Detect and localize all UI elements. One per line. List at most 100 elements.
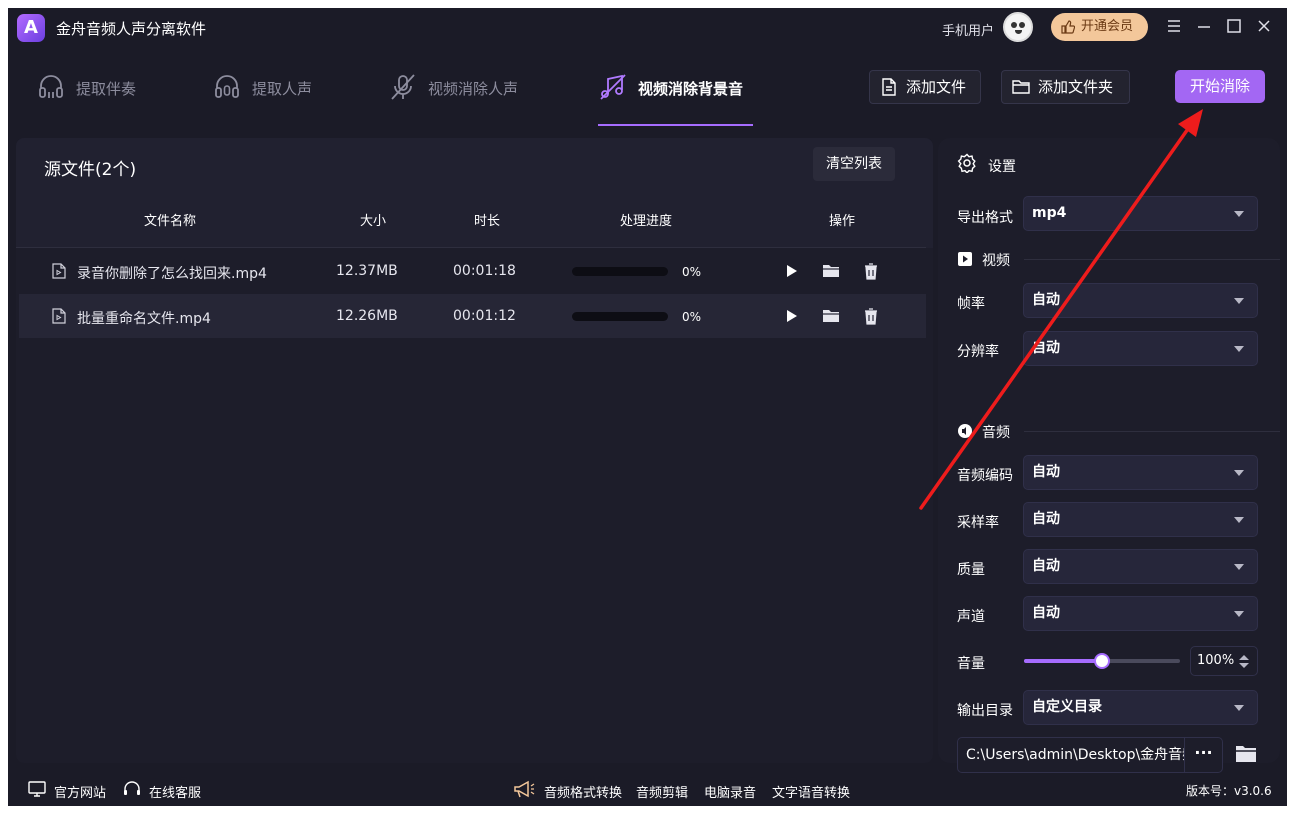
- add-file-label: 添加文件: [906, 78, 967, 96]
- headset-icon: [124, 781, 140, 795]
- title-bar: A 金舟音频人声分离软件 手机用户 开通会员: [8, 8, 1287, 48]
- quality-select[interactable]: 自动: [1023, 549, 1258, 584]
- section-divider: [1024, 431, 1280, 432]
- table-row[interactable]: 录音你删除了怎么找回来.mp4 12.37MB 00:01:18 0%: [19, 249, 926, 293]
- video-icon: [958, 252, 972, 266]
- headphones-icon: [39, 75, 63, 98]
- frame-rate-label: 帧率: [957, 296, 985, 312]
- column-header-progress: 处理进度: [620, 214, 673, 229]
- footer-link-pc-record[interactable]: 电脑录音: [704, 782, 756, 801]
- official-website-link[interactable]: 官方网站: [54, 782, 106, 801]
- output-path-field[interactable]: C:\Users\admin\Desktop\金舟音频: [957, 737, 1185, 773]
- video-file-icon: [52, 308, 66, 324]
- document-icon: [882, 78, 896, 96]
- trash-icon[interactable]: [862, 262, 880, 280]
- file-name: 录音你删除了怎么找回来.mp4: [77, 266, 267, 282]
- section-divider: [1024, 259, 1280, 260]
- trash-icon[interactable]: [862, 307, 880, 325]
- app-window: A 金舟音频人声分离软件 手机用户 开通会员 提取伴奏 提取人声 视频消除人声 …: [8, 8, 1287, 806]
- resolution-select[interactable]: 自动: [1023, 331, 1258, 366]
- file-list-panel: 源文件(2个) 清空列表 文件名称 大小 时长 处理进度 操作 录音你删除了怎么…: [16, 138, 933, 763]
- start-remove-button[interactable]: 开始消除: [1175, 70, 1265, 103]
- table-row[interactable]: 批量重命名文件.mp4 12.26MB 00:01:12 0%: [19, 294, 926, 338]
- user-label[interactable]: 手机用户: [942, 20, 994, 39]
- headset-mic-icon: [215, 75, 239, 98]
- channel-label: 声道: [957, 609, 985, 625]
- output-dir-label: 输出目录: [957, 703, 1013, 719]
- column-header-size: 大小: [360, 214, 387, 229]
- vip-label: 开通会员: [1081, 19, 1134, 34]
- volume-spinbox[interactable]: 100%: [1190, 646, 1258, 676]
- play-icon[interactable]: [782, 307, 800, 325]
- sample-rate-select[interactable]: 自动: [1023, 502, 1258, 537]
- file-list-header: 源文件(2个) 清空列表 文件名称 大小 时长 处理进度 操作: [16, 138, 933, 248]
- file-list-title: 源文件(2个): [44, 160, 137, 180]
- menu-icon[interactable]: [1166, 18, 1182, 34]
- header-divider: [16, 247, 926, 248]
- megaphone-icon: [514, 780, 535, 798]
- online-support-link[interactable]: 在线客服: [149, 782, 201, 801]
- audio-codec-label: 音频编码: [957, 468, 1013, 484]
- settings-panel: 设置 导出格式 mp4 视频 帧率 自动 分辨率 自动 音频 音频编码 自动 采…: [938, 138, 1280, 773]
- active-tab-indicator: [598, 124, 753, 126]
- footer-link-tts[interactable]: 文字语音转换: [772, 782, 850, 801]
- progress-bar: [572, 267, 668, 276]
- footer-bar: 官方网站 在线客服 音频格式转换 音频剪辑 电脑录音 文字语音转换 版本号：v3…: [8, 773, 1287, 806]
- progress-percent: 0%: [682, 265, 702, 279]
- tab-label: 提取伴奏: [76, 80, 137, 98]
- file-size: 12.37MB: [336, 263, 398, 279]
- folder-icon[interactable]: [822, 307, 840, 325]
- close-icon[interactable]: [1256, 18, 1272, 34]
- clear-list-button[interactable]: 清空列表: [813, 147, 895, 181]
- app-title: 金舟音频人声分离软件: [56, 20, 207, 38]
- volume-slider-fill: [1024, 659, 1102, 663]
- tab-label: 视频消除背景音: [638, 80, 744, 98]
- volume-slider-thumb[interactable]: [1094, 653, 1110, 669]
- open-folder-icon[interactable]: [1235, 744, 1257, 764]
- export-format-select[interactable]: mp4: [1023, 196, 1258, 231]
- file-duration: 00:01:12: [453, 308, 516, 324]
- browse-more-button[interactable]: ···: [1185, 737, 1223, 773]
- export-format-label: 导出格式: [957, 210, 1013, 226]
- settings-title: 设置: [988, 159, 1016, 175]
- gear-icon: [957, 153, 976, 173]
- maximize-icon[interactable]: [1226, 18, 1242, 34]
- folder-icon[interactable]: [822, 262, 840, 280]
- progress-bar: [572, 312, 668, 321]
- file-size: 12.26MB: [336, 308, 398, 324]
- monitor-icon: [28, 781, 46, 797]
- version-label: 版本号：v3.0.6: [1186, 784, 1272, 798]
- avatar[interactable]: [1003, 12, 1033, 42]
- minimize-icon[interactable]: [1196, 18, 1212, 34]
- audio-icon: [958, 424, 972, 438]
- add-folder-button[interactable]: 添加文件夹: [1001, 70, 1130, 104]
- quality-label: 质量: [957, 562, 985, 578]
- column-header-name: 文件名称: [144, 214, 197, 229]
- resolution-label: 分辨率: [957, 344, 999, 360]
- output-dir-select[interactable]: 自定义目录: [1023, 690, 1258, 725]
- thumbs-up-icon: [1061, 20, 1075, 34]
- progress-percent: 0%: [682, 310, 702, 324]
- mic-off-icon: [391, 74, 415, 100]
- video-section-title: 视频: [982, 253, 1010, 269]
- folder-icon: [1012, 80, 1030, 94]
- channel-select[interactable]: 自动: [1023, 596, 1258, 631]
- vip-button[interactable]: 开通会员: [1051, 13, 1148, 41]
- play-icon[interactable]: [782, 262, 800, 280]
- add-folder-label: 添加文件夹: [1038, 78, 1114, 96]
- audio-section-title: 音频: [982, 425, 1010, 441]
- tab-label: 视频消除人声: [428, 80, 519, 98]
- app-logo-icon: A: [17, 14, 45, 42]
- volume-label: 音量: [957, 656, 985, 672]
- column-header-actions: 操作: [829, 214, 856, 229]
- tab-label: 提取人声: [252, 80, 313, 98]
- footer-link-audio-cut[interactable]: 音频剪辑: [636, 782, 688, 801]
- audio-codec-select[interactable]: 自动: [1023, 455, 1258, 490]
- music-off-icon: [600, 74, 626, 100]
- volume-slider[interactable]: [1024, 653, 1180, 669]
- file-name: 批量重命名文件.mp4: [77, 311, 211, 327]
- frame-rate-select[interactable]: 自动: [1023, 283, 1258, 318]
- video-file-icon: [52, 263, 66, 279]
- footer-link-audio-convert[interactable]: 音频格式转换: [544, 782, 622, 801]
- add-file-button[interactable]: 添加文件: [869, 70, 981, 104]
